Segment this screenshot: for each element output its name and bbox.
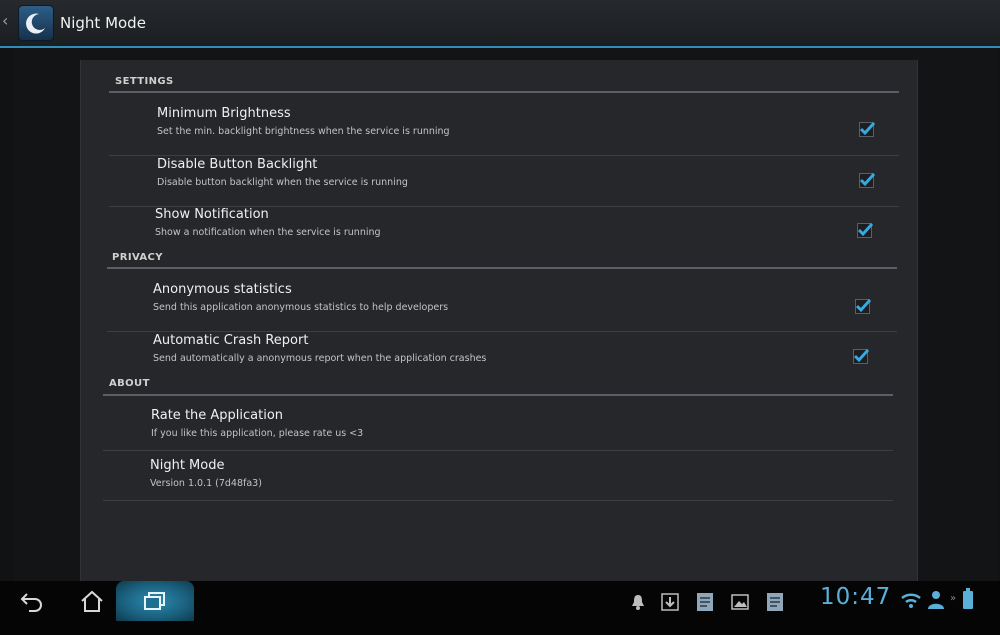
divider [103, 500, 893, 501]
back-icon [20, 593, 42, 612]
pref-summary: Send automatically a anonymous report wh… [153, 353, 487, 364]
pref-automatic-crash-report[interactable]: Automatic Crash Report Send automaticall… [107, 333, 897, 383]
image-icon[interactable] [730, 593, 750, 611]
checkbox-minimum-brightness[interactable] [859, 121, 875, 137]
up-caret-icon[interactable]: ‹ [2, 11, 8, 30]
pref-title: Night Mode [150, 458, 225, 473]
checkbox-disable-button-backlight[interactable] [859, 172, 875, 188]
status-icons [630, 587, 786, 617]
download-icon[interactable] [660, 592, 680, 612]
pref-title: Rate the Application [151, 408, 284, 423]
screen: ‹ Night Mode SETTINGS Minimum Brightness… [0, 0, 1000, 635]
pref-title: Show Notification [155, 207, 269, 222]
checkmark-icon [857, 222, 873, 237]
divider [109, 155, 899, 156]
section-rule [107, 267, 897, 269]
notification-bell-icon[interactable] [630, 593, 646, 611]
preferences-panel: SETTINGS Minimum Brightness Set the min.… [80, 60, 918, 590]
section-rule [109, 91, 899, 93]
pref-summary: Version 1.0.1 (7d48fa3) [150, 478, 262, 489]
section-header-about: ABOUT [109, 378, 150, 389]
system-navigation-bar: 10:47 » [0, 581, 1000, 635]
pref-summary: Set the min. backlight brightness when t… [157, 126, 450, 137]
divider [107, 331, 897, 332]
battery-icon [963, 588, 973, 609]
user-icon [928, 591, 944, 609]
pref-title: Minimum Brightness [157, 106, 291, 121]
checkbox-automatic-crash-report[interactable] [853, 348, 869, 364]
section-header-settings: SETTINGS [115, 76, 174, 87]
checkmark-icon [859, 172, 875, 187]
checkmark-icon [855, 298, 871, 313]
checkbox-show-notification[interactable] [857, 222, 873, 238]
home-icon [81, 590, 103, 612]
pref-title: Automatic Crash Report [153, 333, 309, 348]
pref-summary: Send this application anonymous statisti… [153, 302, 449, 313]
divider [103, 450, 893, 451]
pref-minimum-brightness[interactable]: Minimum Brightness Set the min. backligh… [109, 106, 899, 156]
checkbox-anonymous-statistics[interactable] [855, 298, 871, 314]
wifi-icon [901, 593, 921, 608]
pref-anonymous-statistics[interactable]: Anonymous statistics Send this applicati… [107, 282, 897, 332]
recent-apps-icon [144, 592, 165, 610]
recent-apps-icon-wrap[interactable] [136, 581, 174, 621]
moon-icon [26, 13, 45, 34]
section-rule [103, 394, 893, 396]
pref-disable-button-backlight[interactable]: Disable Button Backlight Disable button … [109, 157, 899, 207]
checkmark-icon [859, 121, 875, 136]
pref-summary: Disable button backlight when the servic… [157, 177, 408, 188]
pref-title: Disable Button Backlight [157, 157, 318, 172]
checkmark-icon [853, 348, 869, 363]
pref-show-notification[interactable]: Show Notification Show a notification wh… [109, 207, 899, 257]
app-title: Night Mode [60, 14, 146, 32]
back-button[interactable] [10, 581, 54, 621]
section-header-privacy: PRIVACY [112, 252, 163, 263]
document-icon[interactable] [764, 591, 786, 613]
home-button[interactable] [70, 581, 114, 621]
document-icon[interactable] [694, 591, 716, 613]
pref-summary: Show a notification when the service is … [155, 227, 381, 238]
pref-title: Anonymous statistics [153, 282, 292, 297]
preferences-list: SETTINGS Minimum Brightness Set the min.… [81, 60, 917, 590]
pref-summary: If you like this application, please rat… [151, 428, 364, 439]
status-clock[interactable]: 10:47 [820, 584, 891, 610]
action-bar: ‹ Night Mode [0, 0, 1000, 46]
signal-dots-icon: » [950, 593, 957, 604]
app-home-button[interactable] [18, 5, 54, 41]
